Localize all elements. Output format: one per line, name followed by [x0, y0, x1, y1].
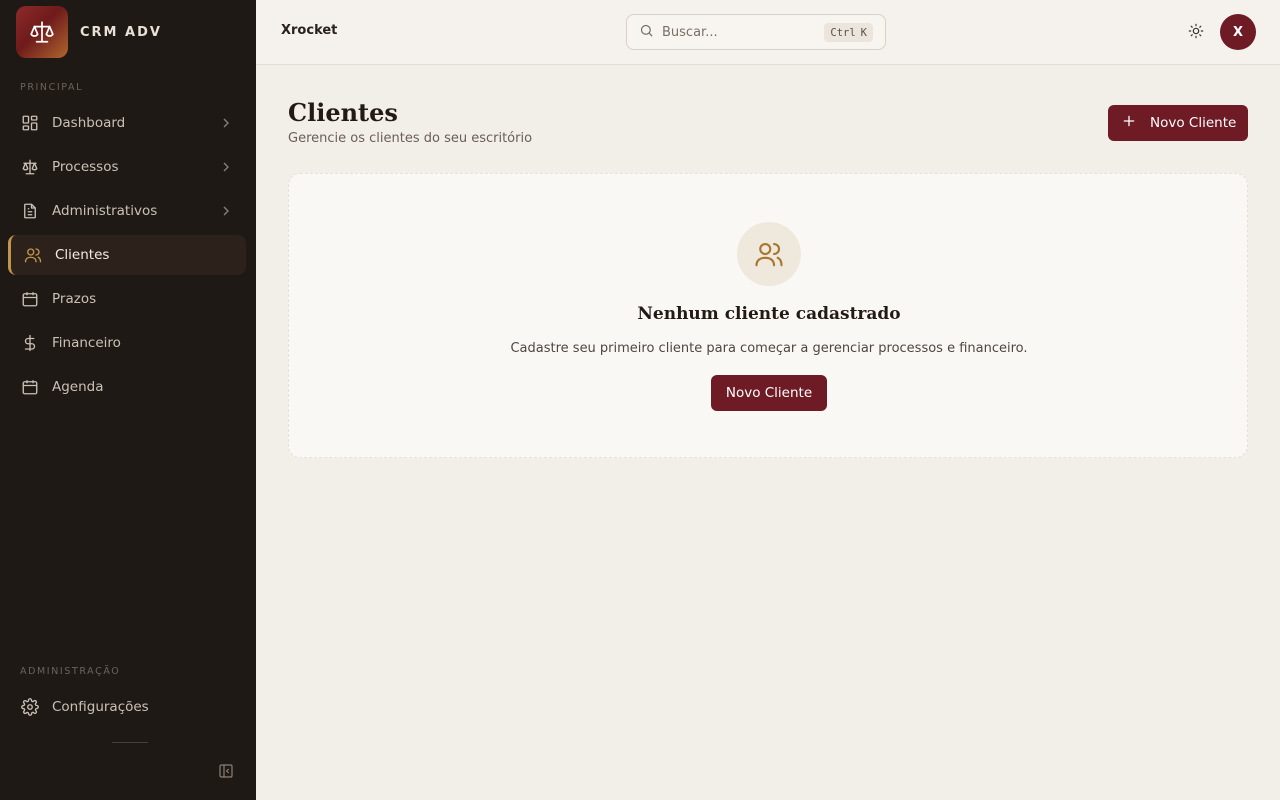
section-label-principal: PRINCIPAL	[20, 82, 83, 93]
shortcut-key: K	[860, 26, 867, 39]
sidebar-item-dashboard[interactable]: Dashboard	[8, 103, 246, 143]
sidebar-item-label: Clientes	[55, 247, 110, 263]
sidebar-item-administrativos[interactable]: Administrativos	[8, 191, 246, 231]
document-icon	[20, 201, 40, 221]
new-client-button-label: Novo Cliente	[1150, 115, 1237, 131]
keyboard-shortcut-badge: Ctrl K	[824, 23, 873, 42]
workspace-name[interactable]: Xrocket	[281, 23, 337, 38]
sidebar-item-prazos[interactable]: Prazos	[8, 279, 246, 319]
sidebar-item-label: Configurações	[52, 699, 149, 715]
chevron-right-icon	[218, 159, 234, 175]
sidebar-item-configuracoes[interactable]: Configurações	[8, 687, 246, 727]
empty-state-new-client-button[interactable]: Novo Cliente	[711, 375, 827, 411]
empty-state-title: Nenhum cliente cadastrado	[637, 304, 901, 324]
sidebar-item-financeiro[interactable]: Financeiro	[8, 323, 246, 363]
empty-state-card: Nenhum cliente cadastrado Cadastre seu p…	[288, 173, 1248, 458]
section-label-admin: ADMINISTRAÇÃO	[20, 666, 121, 677]
sidebar-item-label: Dashboard	[52, 115, 126, 131]
empty-state-description: Cadastre seu primeiro cliente para começ…	[510, 341, 1028, 356]
chevron-right-icon	[218, 203, 234, 219]
sidebar-item-label: Processos	[52, 159, 119, 175]
chevron-right-icon	[218, 115, 234, 131]
sidebar-item-processos[interactable]: Processos	[8, 147, 246, 187]
avatar[interactable]: X	[1220, 14, 1256, 50]
sidebar-item-label: Agenda	[52, 379, 104, 395]
dollar-icon	[20, 333, 40, 353]
dashboard-icon	[20, 113, 40, 133]
search-icon	[639, 23, 654, 42]
sidebar-item-label: Administrativos	[52, 203, 158, 219]
sidebar-item-label: Prazos	[52, 291, 97, 307]
page-title: Clientes	[288, 98, 398, 127]
brand-name: CRM ADV	[80, 24, 162, 40]
topbar: Xrocket Buscar... Ctrl K X	[256, 0, 1280, 65]
divider	[112, 742, 148, 743]
scale-logo-icon	[16, 6, 68, 58]
sidebar-item-clientes[interactable]: Clientes	[8, 235, 246, 275]
calendar-icon	[20, 289, 40, 309]
search-input[interactable]: Buscar... Ctrl K	[626, 14, 886, 50]
sidebar-item-label: Financeiro	[52, 335, 121, 351]
calendar-grid-icon	[20, 377, 40, 397]
sun-icon[interactable]	[1188, 23, 1206, 41]
sidebar: CRM ADV PRINCIPAL Dashboard Processos Ad…	[0, 0, 256, 800]
page-subtitle: Gerencie os clientes do seu escritório	[288, 131, 533, 146]
new-client-button[interactable]: Novo Cliente	[1108, 105, 1248, 141]
sidebar-item-agenda[interactable]: Agenda	[8, 367, 246, 407]
users-icon	[737, 222, 801, 286]
brand[interactable]: CRM ADV	[16, 6, 162, 58]
plus-icon	[1122, 114, 1136, 132]
collapse-sidebar-icon[interactable]	[218, 763, 236, 781]
users-icon	[23, 245, 43, 265]
shortcut-ctrl: Ctrl	[830, 26, 856, 39]
scale-icon	[20, 157, 40, 177]
search-placeholder: Buscar...	[662, 24, 718, 40]
gear-icon	[20, 697, 40, 717]
